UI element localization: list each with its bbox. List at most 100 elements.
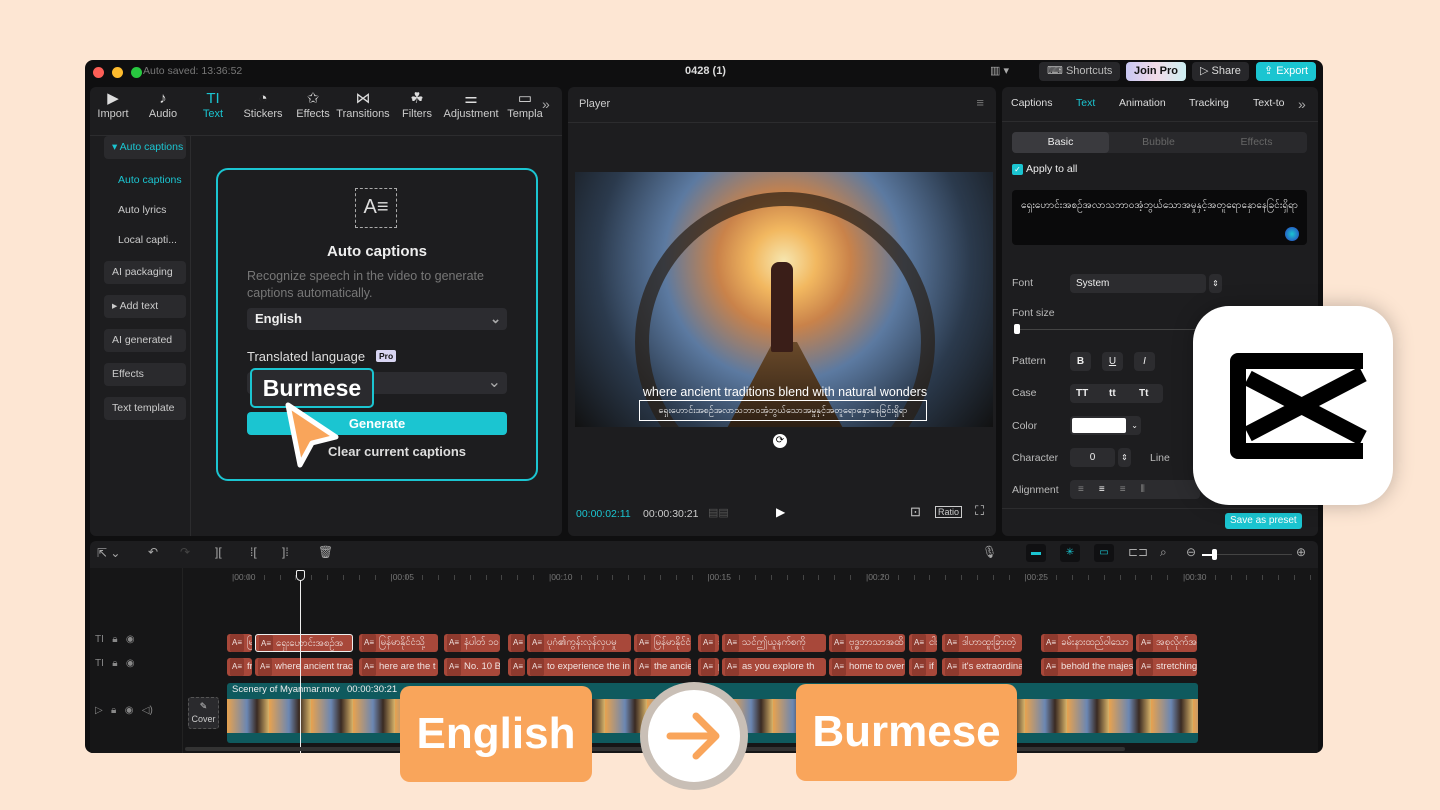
menu-icon[interactable]: ≡ — [976, 95, 984, 110]
zoom-in-icon[interactable]: ⊕ — [1296, 545, 1306, 559]
sidebar-item-ai-packaging[interactable]: AI packaging — [104, 261, 186, 284]
maximize-window-button[interactable] — [131, 67, 142, 78]
undo-icon[interactable]: ↶ — [148, 545, 158, 559]
eye-icon[interactable]: ◉ — [126, 658, 135, 669]
tab-tracking[interactable]: Tracking — [1189, 97, 1229, 109]
caption-clip-english[interactable]: A≡ No. 10 B — [444, 658, 500, 676]
caption-clip-burmese[interactable]: A≡ ခမ်းနားထည်ဝါသော — [1041, 634, 1133, 652]
split-left-icon[interactable]: ⁞[ — [250, 545, 257, 559]
caption-clip-english[interactable]: A≡the ancier — [634, 658, 691, 676]
caption-clip-burmese[interactable]: A≡ နံပါတ် ၁၀ — [444, 634, 500, 652]
playhead[interactable] — [300, 572, 301, 753]
subtab-effects[interactable]: Effects — [1208, 132, 1305, 153]
tool-transitions[interactable]: ⋈ Transitions — [334, 90, 392, 120]
save-preset-button[interactable]: Save as preset — [1225, 513, 1302, 529]
tab-animation[interactable]: Animation — [1119, 97, 1166, 109]
sidebar-item-add-text[interactable]: ▸ Add text — [104, 295, 186, 318]
audio-icon[interactable]: ◁) — [142, 705, 153, 716]
caption-clip-burmese[interactable]: A≡ မြ — [227, 634, 252, 652]
lock-icon[interactable]: 🔒︎ — [111, 705, 116, 716]
color-picker[interactable]: ⌄ — [1070, 416, 1141, 435]
caption-clip-english[interactable]: A≡prep — [698, 658, 719, 676]
bold-button[interactable]: B — [1070, 352, 1091, 371]
sidebar-item-ai-generated[interactable]: AI generated — [104, 329, 186, 352]
case-title-button[interactable]: Tt — [1139, 384, 1148, 403]
caption-clip-burmese[interactable]: A≡ မြန်မာနိုင်ငံ — [634, 634, 691, 652]
caption-clip-burmese[interactable]: A≡ — [508, 634, 525, 652]
minimize-window-button[interactable] — [112, 67, 123, 78]
eye-icon[interactable]: ◉ — [125, 705, 134, 716]
tool-adjustment[interactable]: ⚌ Adjustment — [442, 90, 500, 120]
font-size-slider-handle[interactable] — [1014, 324, 1020, 334]
eye-icon[interactable]: ◉ — [126, 634, 135, 645]
caption-burmese-selected[interactable]: ရှေးဟောင်းအစဉ်အလာသဘာဝအံ့ဘွယ်သောအမှုနှင့်… — [639, 400, 927, 421]
shortcuts-button[interactable]: ⌨ Shortcuts — [1039, 62, 1121, 81]
caption-clip-burmese[interactable]: A≡ ပုဂံ၏ကွန်းလုန်လှပမှု — [527, 634, 631, 652]
character-input[interactable]: 0 — [1070, 448, 1115, 467]
language-select[interactable]: English ⌄ — [247, 308, 507, 330]
caption-clip-english[interactable]: A≡ fr — [227, 658, 252, 676]
close-window-button[interactable] — [93, 67, 104, 78]
caption-clip-burmese[interactable]: A≡ငါး — [909, 634, 937, 652]
caption-clip-english[interactable]: A≡ to experience the in — [527, 658, 631, 676]
caption-clip-burmese[interactable]: A≡ ဗုဒ္ဓဘာသာအထိ — [829, 634, 905, 652]
caption-clip-burmese[interactable]: A≡ ဒါဟာထူးခြားတဲ့ — [942, 634, 1022, 652]
caption-clip-burmese[interactable]: A≡ အစုလိုက်အ — [1136, 634, 1197, 652]
subtab-bubble[interactable]: Bubble — [1110, 132, 1207, 153]
clear-captions-button[interactable]: Clear current captions — [218, 444, 536, 459]
select-tool-icon[interactable]: ⇱ ⌄ — [97, 546, 120, 560]
subtab-basic[interactable]: Basic — [1012, 132, 1109, 153]
sidebar-item-text-template[interactable]: Text template — [104, 397, 186, 420]
caption-clip-english[interactable]: A≡ — [508, 658, 525, 676]
italic-button[interactable]: I — [1134, 352, 1155, 371]
sidebar-item-auto-lyrics[interactable]: Auto lyrics — [118, 204, 166, 216]
linkage-icon[interactable]: ▭ — [1094, 544, 1114, 562]
tab-text-to[interactable]: Text-to — [1253, 97, 1285, 109]
caption-clip-english[interactable]: A≡ where ancient trac — [255, 658, 353, 676]
microphone-icon[interactable]: 🎙 — [982, 545, 997, 559]
caption-clip-burmese[interactable]: A≡ သင်ဤယူနက်စကို — [722, 634, 826, 652]
caption-clip-burmese[interactable]: A≡ ရှေးဟောင်းအစဉ်အ — [255, 634, 353, 652]
rotate-icon[interactable]: ⟳ — [773, 434, 787, 448]
case-lower-button[interactable]: tt — [1109, 384, 1116, 403]
caption-clip-english[interactable]: A≡ here are the t — [359, 658, 438, 676]
caption-clip-english[interactable]: A≡ it's extraordina — [942, 658, 1022, 676]
zoom-fit-icon[interactable]: ⊡ — [910, 504, 921, 520]
caption-clip-english[interactable]: A≡if I — [909, 658, 937, 676]
apply-all-checkbox[interactable]: ✓ — [1012, 164, 1023, 175]
ai-icon[interactable] — [1285, 227, 1299, 241]
case-upper-button[interactable]: TT — [1076, 384, 1088, 403]
main-track-magnet-icon[interactable]: ▬ — [1026, 544, 1046, 562]
sidebar-item-local-captions[interactable]: Local capti... — [118, 234, 177, 246]
split-right-icon[interactable]: ]⁞ — [282, 545, 289, 559]
share-button[interactable]: ▷ Share — [1192, 62, 1249, 81]
play-button[interactable]: ▶ — [776, 505, 785, 519]
character-stepper[interactable]: ⇕ — [1118, 448, 1131, 467]
more-tabs-icon[interactable]: » — [1298, 96, 1306, 112]
lock-icon[interactable]: 🔒︎ — [112, 658, 117, 669]
preview-axis-icon[interactable]: ⊏⊐ — [1128, 545, 1148, 559]
underline-button[interactable]: U — [1102, 352, 1123, 371]
ratio-button[interactable]: Ratio — [935, 506, 963, 518]
sidebar-item-auto-captions[interactable]: Auto captions — [118, 174, 182, 186]
zoom-out-icon[interactable]: ⊖ — [1186, 545, 1196, 559]
caption-text-input[interactable]: ရှေးဟောင်းအစဉ်အလာသဘာဝအံ့ဘွယ်သောအမှုနှင့်… — [1012, 190, 1307, 245]
tab-captions[interactable]: Captions — [1011, 97, 1052, 109]
caption-clip-english[interactable]: A≡ behold the majes — [1041, 658, 1133, 676]
caption-clip-burmese[interactable]: A≡အံ့ဩ — [698, 634, 719, 652]
more-tools-icon[interactable]: » — [542, 96, 550, 112]
caption-clip-english[interactable]: A≡ stretching — [1136, 658, 1197, 676]
split-icon[interactable]: ][ — [215, 545, 222, 559]
join-pro-button[interactable]: Join Pro — [1126, 62, 1187, 81]
delete-icon[interactable]: 🗑 — [318, 545, 333, 559]
caption-clip-burmese[interactable]: A≡ မြန်မာနိုင်ငံသို့ — [359, 634, 438, 652]
sidebar-group-auto-captions[interactable]: ▾ Auto captions — [104, 136, 186, 159]
zoom-to-fit-icon[interactable]: ⌕ — [1160, 545, 1167, 560]
alignment-group[interactable]: ≡≡≡⦀ — [1070, 480, 1200, 499]
sidebar-item-effects[interactable]: Effects — [104, 363, 186, 386]
zoom-slider-handle[interactable] — [1212, 549, 1217, 560]
lock-icon[interactable]: 🔒︎ — [112, 634, 117, 645]
tab-text[interactable]: Text — [1076, 97, 1095, 109]
caption-english[interactable]: where ancient traditions blend with natu… — [635, 385, 935, 399]
caption-clip-english[interactable]: A≡ as you explore th — [722, 658, 826, 676]
